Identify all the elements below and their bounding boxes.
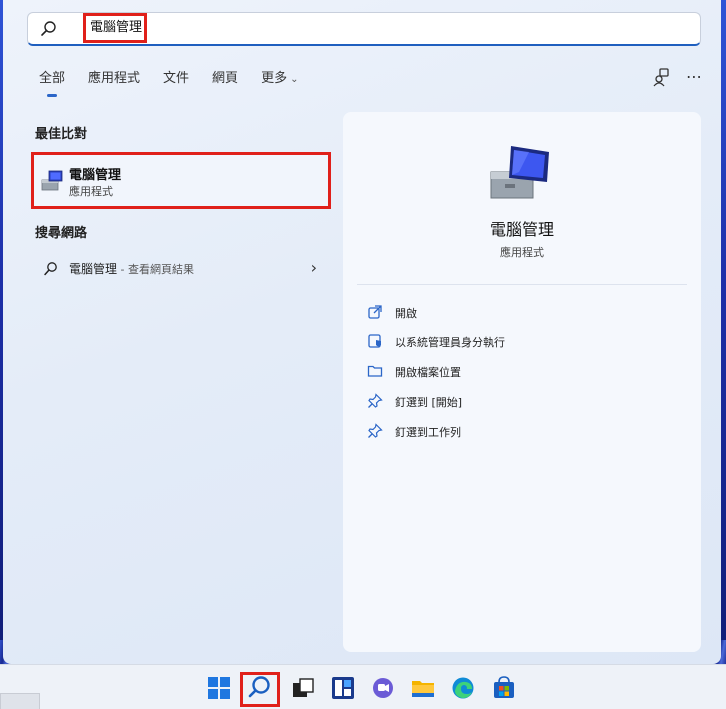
tab-more[interactable]: 更多 ⌄: [261, 70, 298, 94]
search-box[interactable]: 電腦管理: [27, 12, 701, 46]
action-run-as-admin-label: 以系統管理員身分執行: [395, 336, 505, 349]
best-match-heading: 最佳比對: [35, 127, 88, 142]
taskbar-search-icon[interactable]: [247, 674, 273, 700]
computer-management-large-icon: [490, 146, 549, 199]
detail-title: 電腦管理: [489, 220, 554, 239]
task-view-icon[interactable]: [290, 675, 316, 701]
taskbar: [0, 664, 726, 709]
web-result-row[interactable]: 電腦管理 - 查看網頁結果 ›: [41, 258, 321, 280]
search-icon: [44, 262, 57, 276]
detail-type: 應用程式: [500, 246, 544, 259]
action-open-label: 開啟: [395, 307, 417, 320]
chevron-down-icon: ⌄: [290, 74, 299, 85]
windows-start-icon[interactable]: [206, 675, 232, 701]
tab-all[interactable]: 全部: [39, 70, 65, 97]
detail-pane: 電腦管理 應用程式 開啟 以系統管理員身分執行 開啟檔案位置 釘選到 [開始] …: [343, 112, 701, 652]
best-match-name: 電腦管理: [69, 168, 122, 183]
microsoft-store-icon[interactable]: [491, 675, 517, 701]
action-run-as-admin[interactable]: 以系統管理員身分執行: [367, 332, 687, 352]
web-result-term: 電腦管理: [69, 262, 118, 276]
detail-divider: [357, 284, 687, 285]
widgets-icon[interactable]: [330, 675, 356, 701]
tab-apps[interactable]: 應用程式: [88, 70, 140, 94]
teams-chat-icon[interactable]: [370, 675, 396, 701]
tab-documents[interactable]: 文件: [163, 70, 189, 94]
action-pin-to-start-label: 釘選到 [開始]: [395, 396, 463, 409]
more-options-icon[interactable]: ⋯: [683, 66, 705, 88]
edge-browser-icon[interactable]: [450, 675, 476, 701]
tab-web[interactable]: 網頁: [212, 70, 238, 94]
search-icon: [41, 21, 56, 36]
web-search-heading: 搜尋網路: [35, 226, 88, 241]
chevron-right-icon: ›: [310, 258, 317, 277]
pin-icon: [368, 423, 383, 438]
open-external-icon: [368, 305, 382, 319]
file-explorer-icon[interactable]: [410, 675, 436, 701]
shield-icon: [368, 334, 381, 348]
best-match-result[interactable]: 電腦管理 應用程式: [31, 152, 331, 209]
web-result-text: 電腦管理 - 查看網頁結果: [69, 260, 194, 277]
folder-icon: [367, 365, 383, 377]
action-open-file-location-label: 開啟檔案位置: [395, 366, 461, 379]
action-pin-to-taskbar-label: 釘選到工作列: [395, 426, 461, 439]
computer-management-icon: [41, 170, 63, 191]
filter-tabs: 全部 應用程式 文件 網頁 更多 ⌄: [39, 70, 321, 97]
web-result-suffix: - 查看網頁結果: [117, 263, 194, 276]
action-open-file-location[interactable]: 開啟檔案位置: [367, 362, 687, 382]
pin-icon: [368, 393, 383, 408]
taskbar-left-widget[interactable]: [0, 693, 40, 709]
search-input[interactable]: 電腦管理: [83, 13, 147, 43]
top-right-icons: ⋯: [641, 66, 705, 88]
action-open[interactable]: 開啟: [367, 303, 687, 323]
best-match-type: 應用程式: [69, 185, 113, 198]
search-panel: 電腦管理 全部 應用程式 文件 網頁 更多 ⌄ ⋯ 最佳比對 電腦管理 應用程式 …: [3, 0, 721, 664]
tab-more-label: 更多: [261, 71, 288, 86]
account-switch-icon[interactable]: [651, 66, 673, 88]
action-pin-to-start[interactable]: 釘選到 [開始]: [367, 392, 687, 412]
action-pin-to-taskbar[interactable]: 釘選到工作列: [367, 422, 687, 442]
